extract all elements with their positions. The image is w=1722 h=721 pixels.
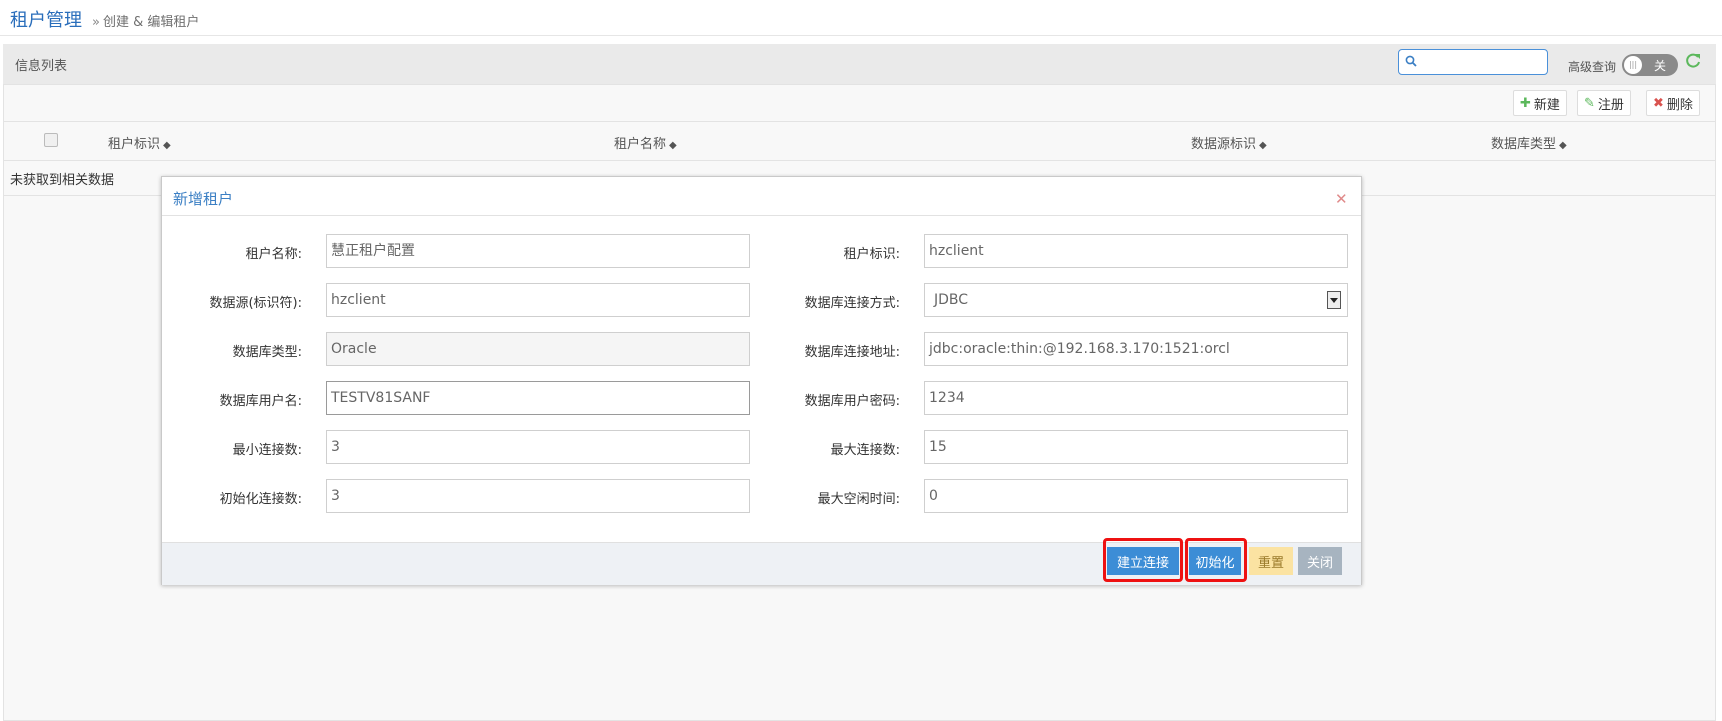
max-idle-time-label: 最大空闲时间: [817, 492, 900, 507]
db-username-label: 数据库用户名: [219, 394, 302, 409]
sort-icon: ◆ [1259, 140, 1267, 151]
close-button[interactable]: 关闭 [1298, 547, 1342, 575]
breadcrumb-label: 创建 & 编辑租户 [102, 15, 200, 30]
column-header-label: 租户标识 [108, 137, 161, 152]
connection-mode-select[interactable]: JDBC [924, 283, 1348, 317]
column-header-tenant-id[interactable]: 租户标识 ◆ [108, 133, 171, 152]
max-connections-input[interactable]: 15 [924, 430, 1348, 464]
new-button[interactable]: ✚ 新建 [1513, 90, 1567, 116]
max-connections-label: 最大连接数: [830, 443, 900, 458]
delete-icon: ✖ [1653, 95, 1664, 111]
db-type-label: 数据库类型: [232, 345, 302, 360]
tenant-id-input[interactable]: hzclient [924, 234, 1348, 268]
max-idle-time-input[interactable]: 0 [924, 479, 1348, 513]
toolbar-divider [3, 84, 1716, 85]
delete-button-label: 删除 [1666, 97, 1693, 113]
connect-button-highlight [1103, 538, 1183, 582]
tenant-id-label: 租户标识: [843, 247, 900, 262]
dropdown-arrow-icon[interactable] [1327, 291, 1341, 309]
db-password-label: 数据库用户密码: [804, 394, 900, 409]
new-button-label: 新建 [1533, 97, 1560, 113]
column-header-label: 租户名称 [614, 137, 667, 152]
column-header-datasource-id[interactable]: 数据源标识 ◆ [1191, 133, 1267, 152]
dialog-title: 新增租户 [173, 190, 234, 208]
initial-connections-input[interactable]: 3 [326, 479, 750, 513]
breadcrumb: » 创建 & 编辑租户 [92, 11, 199, 30]
plus-icon: ✚ [1520, 95, 1531, 111]
close-icon[interactable]: ✕ [1335, 190, 1348, 208]
db-url-input[interactable]: jdbc:oracle:thin:@192.168.3.170:1521:orc… [924, 332, 1348, 366]
breadcrumb-separator-icon: » [92, 15, 100, 30]
advanced-search-label: 高级查询 [1568, 60, 1617, 74]
page-title: 租户管理 [10, 10, 82, 31]
min-connections-label: 最小连接数: [232, 443, 302, 458]
reset-button[interactable]: 重置 [1249, 547, 1293, 575]
sort-icon: ◆ [1559, 140, 1567, 151]
connection-mode-value: JDBC [934, 292, 969, 308]
tenant-name-input[interactable]: 慧正租户配置 [326, 234, 750, 268]
min-connections-input[interactable]: 3 [326, 430, 750, 464]
db-username-input[interactable]: TESTV81SANF [326, 381, 750, 415]
column-header-tenant-name[interactable]: 租户名称 ◆ [614, 133, 677, 152]
search-box[interactable] [1398, 49, 1548, 75]
column-header-label: 数据源标识 [1191, 137, 1257, 152]
search-input[interactable] [1423, 52, 1545, 74]
empty-table-message: 未获取到相关数据 [10, 173, 115, 188]
toggle-knob-icon: ||| [1624, 56, 1642, 74]
db-password-input[interactable]: 1234 [924, 381, 1348, 415]
sort-icon: ◆ [163, 140, 171, 151]
register-button-label: 注册 [1597, 97, 1624, 113]
advanced-search-toggle[interactable]: ||| 关 [1622, 54, 1678, 76]
column-header-db-type[interactable]: 数据库类型 ◆ [1491, 133, 1567, 152]
dialog-header-divider [162, 215, 1361, 216]
initialize-button-highlight [1185, 538, 1247, 582]
datasource-id-label: 数据源(标识符): [209, 296, 302, 311]
search-icon [1405, 55, 1417, 67]
initial-connections-label: 初始化连接数: [219, 492, 302, 507]
delete-button[interactable]: ✖ 删除 [1646, 90, 1700, 116]
refresh-icon[interactable] [1684, 52, 1702, 74]
tenant-name-label: 租户名称: [245, 247, 302, 262]
title-divider [0, 35, 1722, 36]
register-button[interactable]: ✎ 注册 [1577, 90, 1631, 116]
list-panel-title: 信息列表 [15, 59, 68, 74]
datasource-id-input[interactable]: hzclient [326, 283, 750, 317]
connection-mode-label: 数据库连接方式: [804, 296, 900, 311]
db-type-input: Oracle [326, 332, 750, 366]
pencil-icon: ✎ [1584, 95, 1595, 111]
select-all-checkbox[interactable] [44, 133, 58, 147]
table-header-bottom-border [3, 160, 1716, 161]
toggle-state-label: 关 [1654, 59, 1667, 73]
column-header-label: 数据库类型 [1491, 137, 1557, 152]
table-header-top-border [3, 121, 1716, 122]
sort-icon: ◆ [669, 140, 677, 151]
db-url-label: 数据库连接地址: [804, 345, 900, 360]
